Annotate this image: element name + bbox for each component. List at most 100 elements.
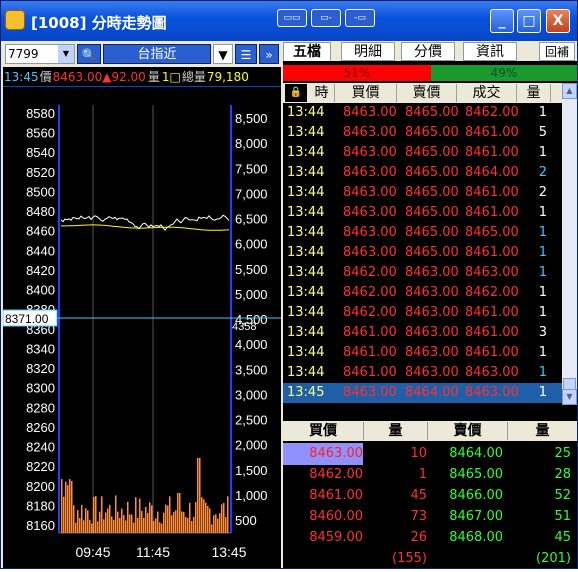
tick-bid: 8463.00 [343, 165, 397, 180]
price-tick-label: 8540 [26, 145, 55, 160]
tab-info[interactable]: 資訊 [463, 42, 517, 61]
volume-tick-label: 5,500 [235, 262, 268, 277]
tick-volume: 1 [538, 105, 547, 120]
tick-row[interactable]: 13:44 8462.00 8463.00 8462.00 1 [283, 283, 563, 303]
tick-bid: 8463.00 [343, 385, 397, 400]
list-icon: ☰ [240, 48, 252, 62]
time-tick-label: 09:45 [75, 544, 110, 560]
tick-row[interactable]: 13:45 8463.00 8464.00 8463.00 1 [283, 383, 563, 403]
price-tick-label: 8240 [26, 440, 55, 455]
dock-icon[interactable]: -▭ [345, 9, 375, 27]
tick-row[interactable]: 13:44 8463.00 8465.00 8461.00 1 [283, 143, 563, 163]
volume-tick-label: 6,500 [235, 212, 268, 227]
tick-trade: 8461.00 [465, 325, 519, 340]
scroll-up-icon[interactable]: ▲ [562, 83, 577, 99]
tick-row[interactable]: 13:44 8461.00 8463.00 8463.00 1 [283, 363, 563, 383]
list-button[interactable]: ☰ [235, 44, 257, 64]
tick-ask: 8463.00 [405, 285, 459, 300]
tick-row[interactable]: 13:44 8462.00 8463.00 8463.00 1 [283, 263, 563, 283]
volume-bar [101, 496, 103, 533]
index-button[interactable]: 台指近 [103, 44, 211, 64]
tick-row[interactable]: 13:44 8463.00 8465.00 8465.00 1 [283, 223, 563, 243]
tick-bid: 8463.00 [343, 185, 397, 200]
book-row[interactable]: 8459.00 26 8468.00 45 [283, 527, 577, 549]
tick-trade: 8461.00 [465, 245, 519, 260]
volume-tick-label: 3,000 [235, 387, 268, 402]
book-bid-vol: 73 [410, 509, 427, 524]
symbol-combo[interactable]: 7799 ▼ [5, 44, 75, 64]
minimize-button[interactable]: _ [490, 9, 514, 33]
maximize-button[interactable]: □ [517, 9, 541, 33]
volume-tick-label: 6,000 [235, 237, 268, 252]
chart-area[interactable]: 8580 8560 8540 8520 8500 8480 8460 8440 8420 8400… [2, 87, 281, 568]
book-row[interactable]: 8461.00 45 8466.00 52 [283, 485, 577, 507]
tab-details[interactable]: 明細 [341, 42, 395, 61]
volume-bar [203, 499, 205, 533]
tick-row[interactable]: 13:44 8463.00 8465.00 8461.00 1 [283, 203, 563, 223]
scroll-down-icon[interactable]: ▼ [562, 389, 577, 405]
volume-bar [89, 519, 91, 533]
tick-bid: 8463.00 [343, 125, 397, 140]
book-row[interactable]: 8460.00 73 8467.00 51 [283, 506, 577, 528]
book-ask: 8464.00 [449, 446, 503, 461]
volume-bar [225, 516, 227, 533]
tick-list[interactable]: 13:44 8463.00 8465.00 8462.00 1 13:44 8463.00 8… [283, 103, 563, 403]
tick-bid: 8461.00 [343, 365, 397, 380]
tab-price-distribution[interactable]: 分價 [401, 42, 455, 61]
dropdown-button[interactable]: ▼ [213, 44, 233, 64]
close-button[interactable]: X [546, 9, 570, 33]
tick-row[interactable]: 13:44 8463.00 8465.00 8464.00 2 [283, 163, 563, 183]
volume-tick-label: 7,500 [235, 161, 268, 176]
tick-trade: 8461.00 [465, 125, 519, 140]
more-button[interactable]: » [259, 44, 279, 64]
book-bid-vol: 45 [410, 488, 427, 503]
chart-toolbar: 7799 ▼ 🔍 台指近 ▼ ☰ » [3, 41, 281, 67]
book-row[interactable]: 8462.00 1 8465.00 28 [283, 464, 577, 486]
tick-volume: 2 [538, 185, 547, 200]
tick-row[interactable]: 13:44 8463.00 8465.00 8462.00 1 [283, 103, 563, 123]
volume-bar [189, 502, 191, 533]
tick-bid: 8463.00 [343, 225, 397, 240]
tab-five-levels[interactable]: 五檔 [283, 42, 331, 61]
volume-bar [205, 502, 207, 533]
volume-bar [105, 512, 107, 533]
tick-bid: 8463.00 [343, 245, 397, 260]
tick-time: 13:44 [287, 365, 325, 380]
tick-row[interactable]: 13:44 8461.00 8463.00 8461.00 3 [283, 323, 563, 343]
col-volume: 量 [517, 84, 551, 102]
volume-bar [147, 512, 149, 533]
tick-row[interactable]: 13:44 8463.00 8465.00 8461.00 5 [283, 123, 563, 143]
tick-bid: 8461.00 [343, 325, 397, 340]
price-tick-label: 8200 [26, 479, 55, 494]
window-icon[interactable]: ▭- [311, 9, 341, 27]
chevron-down-icon[interactable]: ▼ [58, 45, 74, 63]
title-bar[interactable]: [1008] 分時走勢圖 ▭▭ ▭- -▭ _ □ X [1, 1, 577, 41]
intraday-chart-pane: 7799 ▼ 🔍 台指近 ▼ ☰ » 13:45價8463.00▲92.00 量 1… [2, 41, 281, 568]
sell-ratio: 49% [431, 65, 577, 81]
tick-ask: 8463.00 [405, 265, 459, 280]
layout-icon[interactable]: ▭▭ [277, 9, 307, 27]
lock-icon[interactable]: 🔒 [285, 84, 307, 102]
price-tick-label: 8260 [26, 420, 55, 435]
tick-row[interactable]: 13:44 8463.00 8465.00 8461.00 2 [283, 183, 563, 203]
tick-row[interactable]: 13:44 8461.00 8463.00 8461.00 1 [283, 343, 563, 363]
tick-volume: 1 [538, 225, 547, 240]
tick-row[interactable]: 13:44 8462.00 8463.00 8461.00 1 [283, 303, 563, 323]
search-button[interactable]: 🔍 [77, 44, 101, 64]
intraday-chart[interactable]: 8580 8560 8540 8520 8500 8480 8460 8440 8420 8400… [2, 87, 281, 568]
tab-restore[interactable]: 回補 [539, 42, 575, 61]
volume-tick-label: 4,000 [235, 337, 268, 352]
price-tick-label: 8320 [26, 361, 55, 376]
volume-bar [211, 524, 213, 533]
tick-time: 13:44 [287, 165, 325, 180]
tick-trade: 8463.00 [465, 265, 519, 280]
volume-bar [131, 514, 133, 533]
tick-time: 13:44 [287, 245, 325, 260]
volume-bar [95, 495, 97, 533]
price-tick-label: 8300 [26, 381, 55, 396]
book-row[interactable]: 8463.00 10 8464.00 25 [283, 443, 577, 465]
tick-scrollbar[interactable]: ▲ ▼ [562, 83, 577, 405]
tick-row[interactable]: 13:44 8463.00 8465.00 8461.00 1 [283, 243, 563, 263]
volume-bar [173, 511, 175, 533]
tick-ask: 8465.00 [405, 185, 459, 200]
